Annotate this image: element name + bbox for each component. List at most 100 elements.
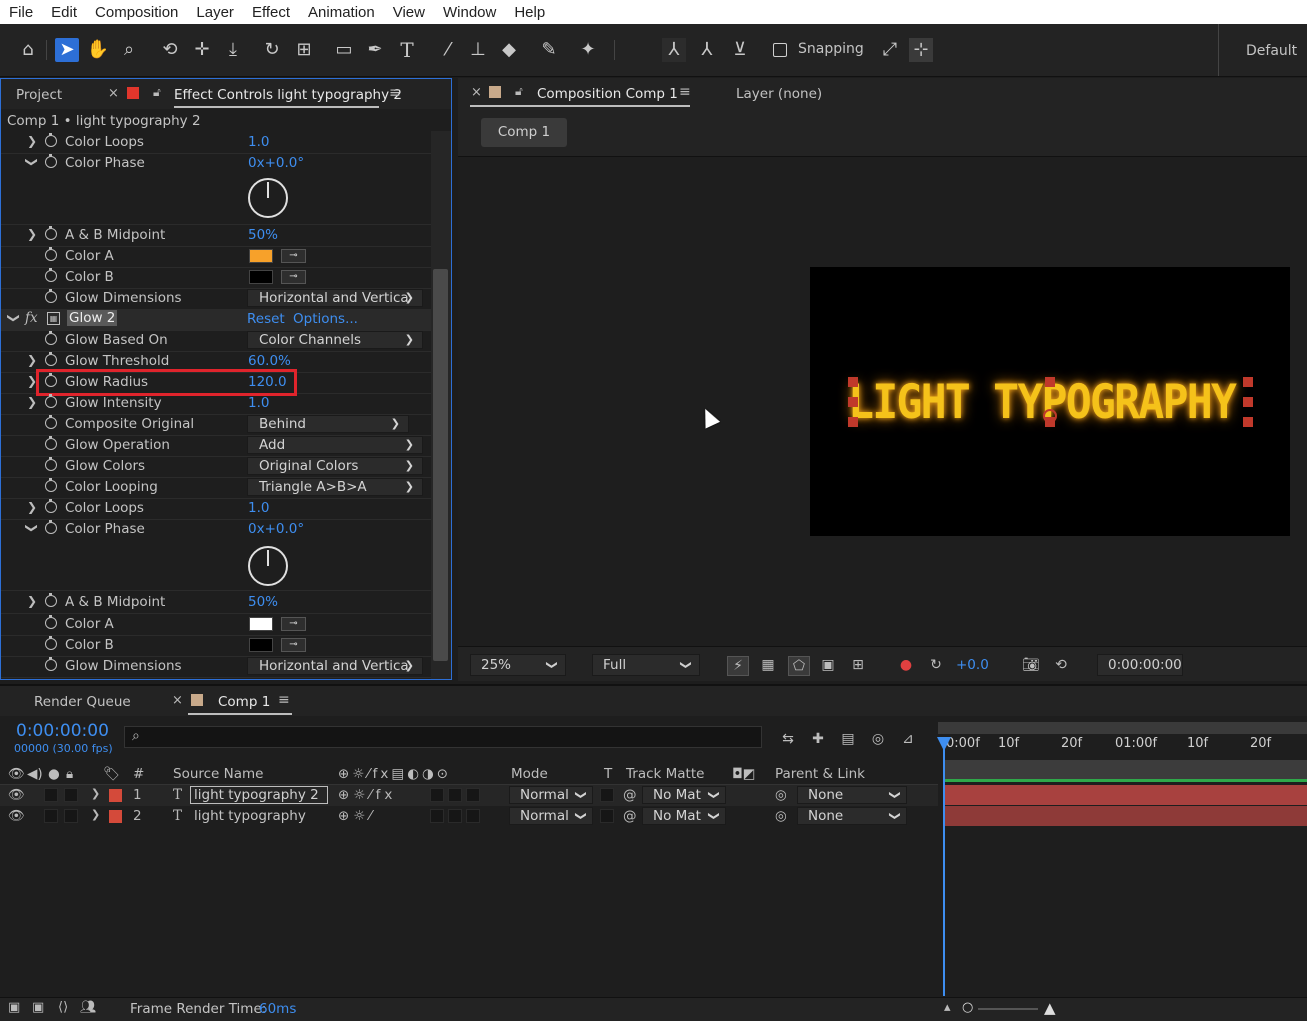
chevron-down-icon[interactable]: ❯ (25, 157, 39, 167)
tab-comp-1[interactable]: Comp 1 (218, 694, 270, 710)
orbit-camera-icon[interactable]: ⟲ (158, 38, 182, 62)
property-row-ab-midpoint[interactable]: ❯ A & B Midpoint 50% (1, 225, 431, 247)
preserve-transparency-toggle[interactable] (600, 788, 614, 802)
switch-box[interactable] (430, 788, 444, 802)
puppet-pin-tool-icon[interactable]: ✦ (576, 38, 600, 62)
view-axis-icon[interactable]: ⊻ (728, 38, 752, 62)
status-icon[interactable]: ⟨⟩ (58, 1000, 68, 1015)
property-row-glow-dimensions-2[interactable]: Glow Dimensions Horizontal and Vertica ❯ (1, 656, 431, 678)
switch-box[interactable] (466, 809, 480, 823)
glow-dimensions-dropdown[interactable]: Horizontal and Vertica ❯ (247, 289, 423, 307)
bbox-handle[interactable] (848, 397, 858, 407)
tab-project[interactable]: Project (16, 87, 62, 103)
chevron-right-icon[interactable]: ❯ (91, 808, 100, 821)
stopwatch-icon[interactable] (45, 331, 57, 345)
switch-box[interactable] (430, 809, 444, 823)
canvas-text-light-typography[interactable]: LIGHT TYPOGRAPHY (848, 375, 1237, 430)
solo-toggle[interactable] (44, 809, 58, 823)
color-looping-dropdown[interactable]: Triangle A>B>A ❯ (247, 478, 423, 496)
property-row-color-b-2[interactable]: Color B ⊸ (1, 635, 431, 657)
eyedropper-icon[interactable]: ⊸ (281, 617, 306, 631)
bbox-handle[interactable] (1045, 377, 1055, 387)
layer-row-2[interactable]: 👁︎ ❯ 2 T light typography ⊕☼⁄ Normal ❯ @ … (0, 806, 938, 827)
chevron-down-icon[interactable]: ❯ (7, 313, 21, 323)
property-value[interactable]: 0x+0.0° (248, 155, 304, 171)
snapping-checkbox[interactable] (773, 43, 787, 57)
stopwatch-icon[interactable] (45, 520, 57, 534)
fast-previews-icon[interactable]: ⚡ (727, 656, 749, 676)
selection-tool-icon[interactable]: ➤ (55, 38, 79, 62)
chevron-right-icon[interactable]: ❯ (91, 787, 100, 800)
property-row-glow-operation[interactable]: Glow Operation Add ❯ (1, 435, 431, 457)
property-row-color-phase[interactable]: ❯ Color Phase 0x+0.0° (1, 153, 431, 225)
anchor-point-tool-icon[interactable]: ⊞ (292, 38, 316, 62)
property-row-glow-colors[interactable]: Glow Colors Original Colors ❯ (1, 456, 431, 478)
panel-menu-icon[interactable]: ≡ (389, 85, 401, 101)
home-icon[interactable]: ⌂ (16, 38, 40, 62)
chevron-right-icon[interactable]: ❯ (27, 500, 37, 514)
property-row-color-b[interactable]: Color B ⊸ (1, 267, 431, 289)
property-row-color-a[interactable]: Color A ⊸ (1, 246, 431, 268)
tab-effect-controls[interactable]: Effect Controls light typography 2 (174, 87, 402, 103)
close-icon[interactable]: × (172, 693, 183, 708)
eyedropper-icon[interactable]: ⊸ (281, 249, 306, 263)
property-value[interactable]: 60.0% (248, 353, 291, 369)
clone-stamp-tool-icon[interactable]: ⊥ (466, 38, 490, 62)
status-icon[interactable]: ▣ (32, 1000, 44, 1015)
menu-view[interactable]: View (384, 4, 434, 21)
lock-icon[interactable]: 🔓︎ (153, 85, 161, 100)
close-icon[interactable]: × (471, 85, 482, 100)
magnification-dropdown[interactable]: 25% ❯ (470, 654, 566, 676)
bbox-handle[interactable] (848, 377, 858, 387)
fx-icon[interactable]: fx (25, 310, 38, 326)
zoom-slider-knob[interactable]: ○ (962, 1000, 973, 1015)
matte-link-icon[interactable]: @ (623, 787, 637, 803)
effect-header-glow-2[interactable]: ❯ fx ▦ Glow 2 Reset Options... (1, 309, 431, 331)
comp-mini-flowchart-icon[interactable]: ⇆ (778, 730, 798, 748)
reset-exposure-icon[interactable]: ↻ (926, 656, 946, 674)
snap-grid-icon[interactable]: ⊹ (909, 38, 933, 62)
property-value[interactable]: 50% (248, 227, 278, 243)
color-swatch[interactable] (249, 270, 273, 284)
property-value[interactable]: 1.0 (248, 395, 269, 411)
layer-name[interactable]: light typography (194, 808, 306, 824)
chevron-right-icon[interactable]: ❯ (27, 594, 37, 608)
property-value[interactable]: 0x+0.0° (248, 521, 304, 537)
bbox-handle[interactable] (1243, 417, 1253, 427)
stopwatch-icon[interactable] (45, 436, 57, 450)
blend-mode-dropdown[interactable]: Normal ❯ (509, 786, 593, 804)
color-swatch[interactable] (249, 617, 273, 631)
property-row-color-phase-2[interactable]: ❯ Color Phase 0x+0.0° (1, 519, 431, 591)
layer-label-color[interactable] (109, 789, 122, 802)
layer-name[interactable]: light typography 2 (190, 786, 328, 804)
chevron-right-icon[interactable]: ❯ (27, 395, 37, 409)
switch-box[interactable] (448, 809, 462, 823)
stopwatch-icon[interactable] (45, 593, 57, 607)
property-row-glow-dimensions[interactable]: Glow Dimensions Horizontal and Vertica ❯ (1, 288, 431, 310)
tab-render-queue[interactable]: Render Queue (34, 694, 131, 710)
guides-grid-icon[interactable]: ⊞ (848, 656, 868, 674)
menu-help[interactable]: Help (505, 4, 554, 21)
local-axis-icon[interactable]: ⅄ (662, 38, 686, 62)
stopwatch-icon[interactable] (45, 478, 57, 492)
dolly-camera-icon[interactable]: ⤓ (221, 38, 245, 62)
stopwatch-icon[interactable] (45, 636, 57, 650)
draft-3d-icon[interactable]: ✚ (808, 730, 828, 748)
menu-composition[interactable]: Composition (86, 4, 187, 21)
viewer-timecode[interactable]: 0:00:00:00 (1097, 654, 1183, 676)
stopwatch-icon[interactable] (45, 457, 57, 471)
world-axis-icon[interactable]: ⅄ (695, 38, 719, 62)
stopwatch-icon[interactable] (45, 289, 57, 303)
composite-original-dropdown[interactable]: Behind ❯ (247, 415, 409, 433)
bbox-handle[interactable] (848, 417, 858, 427)
eye-icon[interactable]: 👁︎ (8, 808, 25, 824)
brush-tool-icon[interactable]: ⁄ (436, 38, 460, 62)
menu-file[interactable]: File (0, 4, 42, 21)
layer-switches-icon[interactable]: ⊕☼⁄ (338, 808, 376, 824)
bbox-handle[interactable] (1243, 397, 1253, 407)
menu-effect[interactable]: Effect (243, 4, 299, 21)
stopwatch-icon[interactable] (45, 133, 57, 147)
eraser-tool-icon[interactable]: ◆ (497, 38, 521, 62)
status-icon[interactable]: 👥︎ (80, 1000, 97, 1015)
layer-bar-1[interactable] (944, 785, 1307, 805)
